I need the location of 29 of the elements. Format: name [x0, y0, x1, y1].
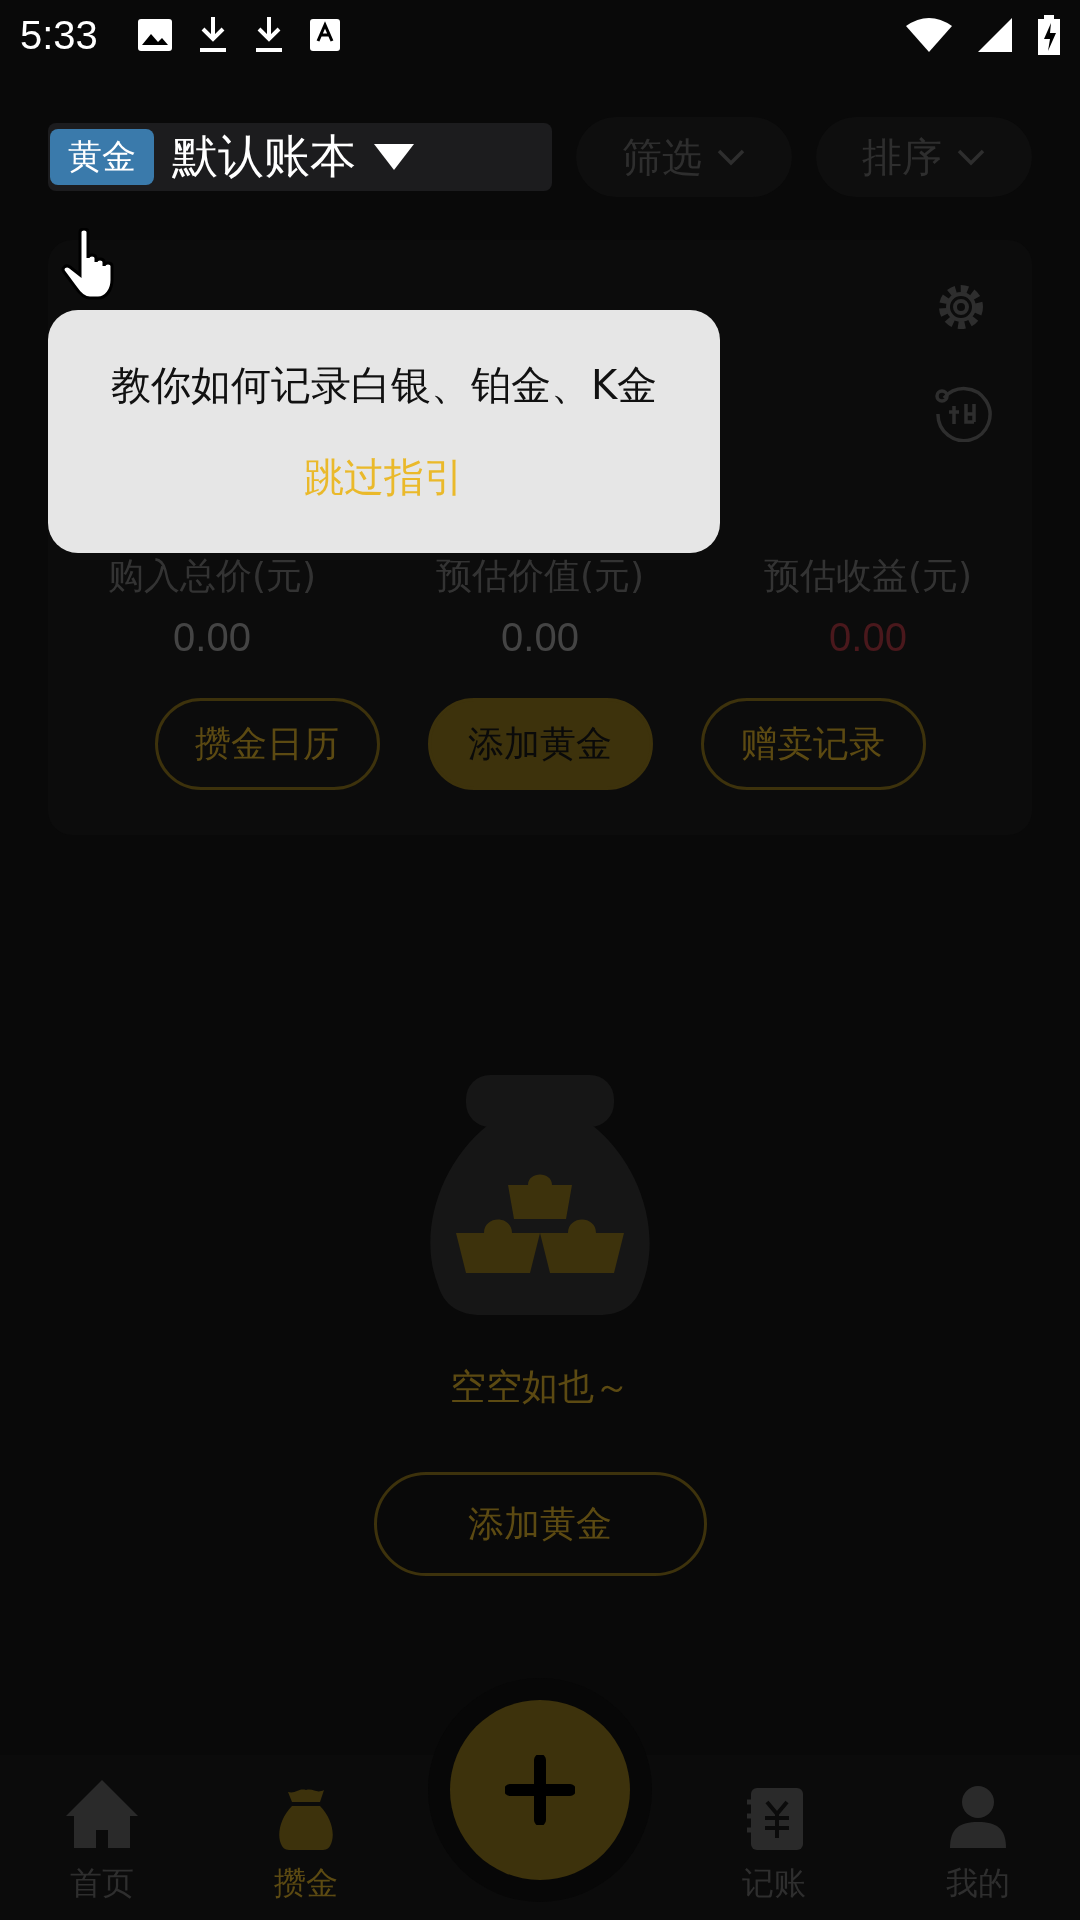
font-icon: [309, 19, 340, 51]
account-selector[interactable]: 黄金 默认账本: [48, 123, 552, 191]
guide-text: 教你如何记录白银、铂金、K金: [110, 360, 658, 410]
wifi-icon: [906, 18, 952, 52]
stat-value: 0.00: [829, 615, 907, 660]
chevron-down-icon: [956, 148, 986, 166]
add-item-button[interactable]: 添加黄金: [373, 1472, 707, 1576]
action-button[interactable]: 赠卖记录: [700, 698, 926, 790]
chevron-down-icon: [716, 148, 746, 166]
battery-icon: [1038, 15, 1060, 55]
plus-icon: [505, 1755, 575, 1825]
download-icon: [253, 17, 284, 53]
signal-icon: [978, 18, 1012, 52]
account-name: 默认账本: [172, 128, 356, 185]
batch-icon[interactable]: [934, 384, 992, 442]
ledger-icon: [745, 1788, 804, 1850]
action-button[interactable]: 攒金日历: [154, 698, 380, 790]
person-icon: [950, 1786, 1007, 1850]
stat-value: 0.00: [173, 615, 251, 660]
download-icon: [197, 17, 228, 53]
dropdown-triangle-icon: [374, 144, 414, 170]
empty-message: 空空如也～: [450, 1365, 630, 1409]
nav-tab[interactable]: 攒金: [203, 1755, 408, 1920]
money-bag-icon: [277, 1788, 334, 1850]
skip-guide-link[interactable]: 跳过指引: [298, 448, 470, 506]
status-time: 5:33: [20, 12, 98, 58]
stat-value: 0.00: [501, 615, 579, 660]
metal-tag: 黄金: [50, 129, 154, 185]
image-icon: [137, 19, 172, 51]
